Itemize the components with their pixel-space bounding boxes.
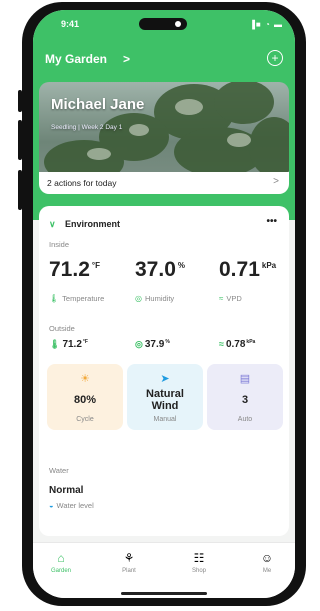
humidity-icon: ◎: [135, 339, 143, 349]
status-bar: 9:41 ▐■ ◔ ▬: [33, 10, 295, 42]
tab-label: Me: [262, 568, 272, 574]
tab-bar: ⌂ Garden ⚘ Plant ☷ Shop ☺ Me: [33, 542, 295, 598]
home-indicator[interactable]: [121, 592, 207, 595]
environment-heading: Environment: [65, 219, 121, 229]
wind-tile[interactable]: ➤ Natural Wind Manual: [127, 364, 203, 430]
light-cycle-caption: Cycle: [76, 416, 94, 423]
status-time: 9:41: [61, 19, 80, 29]
humidity-icon: ◎: [135, 294, 142, 303]
chevron-right-icon: >: [273, 176, 279, 187]
home-icon: ⌂: [57, 551, 65, 565]
brand-leaf-icon: ∨: [49, 219, 56, 229]
inside-humidity-value: 37.0: [135, 258, 176, 281]
outside-vpd: ≈0.78kPa: [219, 339, 256, 350]
inside-humidity-unit: %: [177, 261, 185, 270]
vpd-icon: ≈: [219, 339, 224, 349]
camera-icon: [175, 21, 181, 27]
environment-card: ∨ Environment ••• Inside 71.2 °F 37.0% 0.…: [39, 206, 289, 536]
add-icon[interactable]: +: [267, 50, 283, 66]
inside-temperature-unit: °F: [91, 261, 100, 270]
dynamic-island: [139, 18, 187, 30]
outside-temperature: 🌡 71.2°F: [49, 339, 88, 350]
inside-vpd: 0.71 kPa: [219, 258, 276, 282]
thermometer-icon: 🌡: [49, 294, 60, 303]
grid-icon: ▤: [239, 373, 251, 385]
tab-me[interactable]: ☺ Me: [247, 551, 287, 574]
chevron-right-icon[interactable]: >: [123, 52, 130, 66]
actions-row[interactable]: 2 actions for today >: [39, 172, 289, 194]
inside-temperature: 71.2 °F: [49, 258, 100, 282]
page-title[interactable]: My Garden: [45, 52, 107, 66]
humidity-label: ◎ Humidity: [135, 294, 175, 303]
outside-humidity: ◎ 37.9%: [135, 339, 170, 350]
light-cycle-tile[interactable]: ☀ 80% Cycle: [47, 364, 123, 430]
more-icon[interactable]: •••: [266, 216, 277, 227]
tab-plant[interactable]: ⚘ Plant: [109, 551, 149, 574]
temperature-label: 🌡 Temperature: [49, 294, 105, 303]
wind-caption: Manual: [153, 416, 177, 423]
water-label: Water: [49, 466, 69, 475]
vpd-label: ≈ VPD: [219, 294, 242, 303]
phone-volume-down-button: [18, 170, 22, 210]
phone-volume-up-button: [18, 120, 22, 160]
wind-value-line2: Wind: [151, 400, 179, 412]
plant-icon: ⚘: [123, 551, 135, 565]
plant-hero-card[interactable]: Michael Jane Seedling | Week 2 Day 1: [39, 82, 289, 182]
sun-icon: ☀: [80, 373, 90, 385]
water-value: Normal: [49, 485, 84, 496]
wind-value-line1: Natural: [146, 388, 184, 400]
tab-shop[interactable]: ☷ Shop: [179, 551, 219, 574]
tab-label: Shop: [191, 568, 206, 574]
light-cycle-value: 80%: [73, 394, 97, 406]
inside-temperature-value: 71.2: [49, 258, 90, 281]
outside-label: Outside: [49, 324, 75, 333]
inside-humidity: 37.0%: [135, 258, 185, 282]
auto-caption: Auto: [237, 416, 253, 423]
tab-label: Plant: [122, 568, 136, 574]
person-icon: ☺: [260, 551, 274, 565]
tab-label: Garden: [50, 568, 71, 574]
thermometer-icon: 🌡: [49, 339, 61, 349]
water-drop-icon: ◒: [49, 501, 54, 510]
plant-name: Michael Jane: [51, 96, 145, 113]
plant-stage: Seedling | Week 2 Day 1: [51, 124, 123, 131]
fan-icon: ➤: [160, 373, 170, 385]
phone-action-button: [18, 90, 22, 112]
inside-vpd-unit: kPa: [261, 261, 277, 270]
water-level-label: ◒ Water level: [49, 501, 94, 510]
inside-label: Inside: [49, 240, 70, 249]
auto-value: 3: [241, 394, 249, 406]
auto-tile[interactable]: ▤ 3 Auto: [207, 364, 283, 430]
tab-garden[interactable]: ⌂ Garden: [41, 551, 81, 574]
app-header: My Garden > +: [33, 46, 295, 74]
status-icons: ▐■ ◔ ▬: [249, 20, 283, 29]
vpd-icon: ≈: [219, 294, 224, 303]
app-screen: 9:41 ▐■ ◔ ▬ My Garden > + Michael Jane S…: [33, 10, 295, 598]
cart-icon: ☷: [193, 551, 205, 565]
inside-vpd-value: 0.71: [219, 258, 260, 281]
actions-label: 2 actions for today: [47, 178, 117, 188]
